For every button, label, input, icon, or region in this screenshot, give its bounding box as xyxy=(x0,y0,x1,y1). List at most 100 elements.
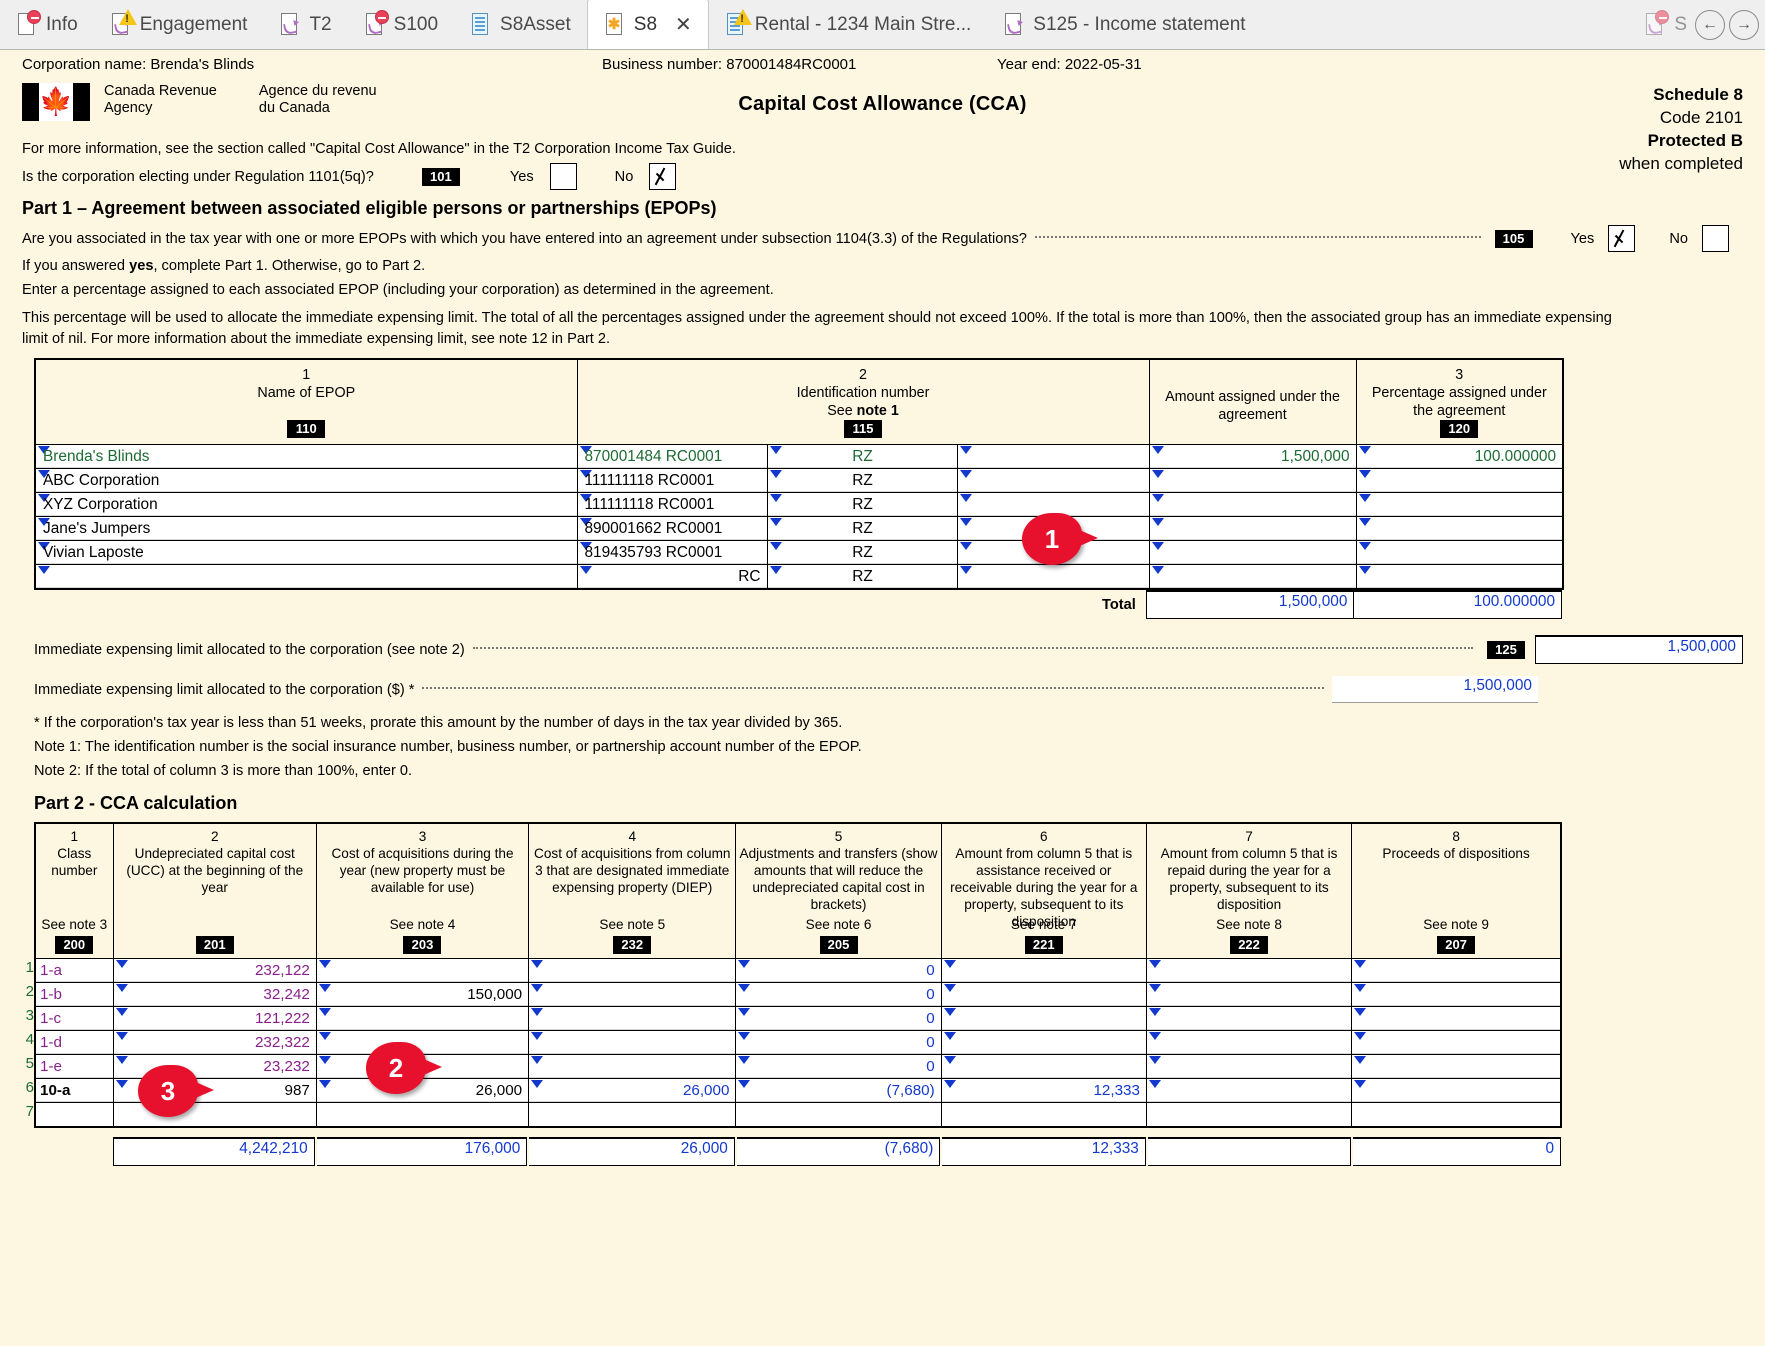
cell-epop-name[interactable]: XYZ Corporation xyxy=(34,492,578,517)
cell-proceeds[interactable] xyxy=(1351,1102,1562,1128)
cell-proceeds[interactable] xyxy=(1351,1078,1562,1103)
cell-cost-acquisitions[interactable] xyxy=(315,958,530,983)
table-row[interactable]: 5 1-e 23,232 0 xyxy=(26,1054,1562,1079)
cell-epop-name[interactable]: Brenda's Blinds xyxy=(34,444,578,469)
cell-epop-name[interactable]: Vivian Laposte xyxy=(34,540,578,565)
table-row[interactable]: 3 1-c 121,222 0 xyxy=(26,1006,1562,1031)
cell-repaid[interactable] xyxy=(1145,1054,1353,1079)
cell-epop-idnum[interactable]: 111111118 RC0001 xyxy=(576,468,768,493)
cell-epop-program[interactable]: RZ xyxy=(766,540,958,565)
cell-repaid[interactable] xyxy=(1145,1102,1353,1128)
cell-epop-program[interactable]: RZ xyxy=(766,564,958,590)
tab-s100[interactable]: S100 xyxy=(348,1,454,49)
cell-assistance[interactable]: 12,333 xyxy=(940,1078,1147,1103)
cell-epop-extra[interactable] xyxy=(956,444,1150,469)
table-row[interactable]: 7 xyxy=(26,1102,1562,1128)
cell-diep[interactable] xyxy=(528,982,737,1007)
cell-adjustments[interactable]: 0 xyxy=(735,1054,942,1079)
cell-epop-percent[interactable] xyxy=(1355,492,1564,517)
cell-epop-amount[interactable] xyxy=(1148,540,1357,565)
cell-class-number[interactable]: 5 1-e xyxy=(26,1054,114,1079)
cell-class-number[interactable]: 4 1-d xyxy=(26,1030,114,1055)
tab-scroll-right-icon[interactable]: → xyxy=(1729,10,1759,40)
cell-class-number[interactable]: 2 1-b xyxy=(26,982,114,1007)
cell-epop-extra[interactable] xyxy=(956,468,1150,493)
cell-adjustments[interactable]: 0 xyxy=(735,1030,942,1055)
cell-class-number[interactable]: 7 xyxy=(26,1102,114,1128)
cell-repaid[interactable] xyxy=(1145,1006,1353,1031)
cell-epop-program[interactable]: RZ xyxy=(766,492,958,517)
cell-epop-amount[interactable] xyxy=(1148,564,1357,590)
cell-diep[interactable] xyxy=(528,1030,737,1055)
cell-epop-name[interactable]: Jane's Jumpers xyxy=(34,516,578,541)
cell-epop-extra[interactable] xyxy=(956,564,1150,590)
tab-s8asset[interactable]: S8Asset xyxy=(454,1,587,49)
cell-proceeds[interactable] xyxy=(1351,958,1562,983)
document-tab-bar[interactable]: Info Engagement T2 S100 S8Asset ✱ S8 ✕ xyxy=(0,0,1765,50)
cell-epop-idnum[interactable]: 111111118 RC0001 xyxy=(576,492,768,517)
tab-scroll-left-icon[interactable]: ← xyxy=(1695,10,1725,40)
table-row[interactable]: 1 1-a 232,122 0 xyxy=(26,958,1562,983)
cell-proceeds[interactable] xyxy=(1351,982,1562,1007)
tab-t2[interactable]: T2 xyxy=(263,1,347,49)
cell-repaid[interactable] xyxy=(1145,1078,1353,1103)
cell-epop-idnum[interactable]: 819435793 RC0001 xyxy=(576,540,768,565)
tab-nav-buttons[interactable]: ← → xyxy=(1695,10,1759,40)
cell-epop-percent[interactable] xyxy=(1355,540,1564,565)
cell-repaid[interactable] xyxy=(1145,1030,1353,1055)
cell-epop-name[interactable] xyxy=(34,564,578,590)
cell-adjustments[interactable]: 0 xyxy=(735,1006,942,1031)
cell-adjustments[interactable]: 0 xyxy=(735,958,942,983)
cell-epop-amount[interactable] xyxy=(1148,468,1357,493)
cell-cost-acquisitions[interactable]: 150,000 xyxy=(315,982,530,1007)
limit-line-1-value-box[interactable]: 1,500,000 xyxy=(1535,635,1743,664)
cell-cost-acquisitions[interactable] xyxy=(315,1006,530,1031)
cell-assistance[interactable] xyxy=(940,1030,1147,1055)
checkbox-101-no[interactable] xyxy=(649,163,677,190)
cell-diep[interactable]: 26,000 xyxy=(528,1078,737,1103)
cell-assistance[interactable] xyxy=(940,1102,1147,1128)
table-row[interactable]: RC RZ xyxy=(34,564,1564,590)
tab-s8[interactable]: ✱ S8 ✕ xyxy=(586,0,709,49)
cell-adjustments[interactable]: (7,680) xyxy=(735,1078,942,1103)
cell-epop-program[interactable]: RZ xyxy=(766,468,958,493)
cell-proceeds[interactable] xyxy=(1351,1054,1562,1079)
cell-assistance[interactable] xyxy=(940,1054,1147,1079)
checkbox-105-yes[interactable] xyxy=(1608,225,1636,252)
table-row[interactable]: Jane's Jumpers 890001662 RC0001 RZ xyxy=(34,516,1564,541)
cell-epop-percent[interactable] xyxy=(1355,564,1564,590)
cell-epop-idnum[interactable]: RC xyxy=(576,564,768,590)
cell-ucc-beginning[interactable]: 232,322 xyxy=(112,1030,317,1055)
table-row[interactable]: Vivian Laposte 819435793 RC0001 RZ xyxy=(34,540,1564,565)
table-row[interactable]: Brenda's Blinds 870001484 RC0001 RZ 1,50… xyxy=(34,444,1564,469)
cell-proceeds[interactable] xyxy=(1351,1030,1562,1055)
cell-epop-idnum[interactable]: 890001662 RC0001 xyxy=(576,516,768,541)
checkbox-105-no[interactable] xyxy=(1702,225,1729,252)
checkbox-101-yes[interactable] xyxy=(549,163,577,190)
table-row[interactable]: ABC Corporation 111111118 RC0001 RZ xyxy=(34,468,1564,493)
cell-epop-percent[interactable] xyxy=(1355,516,1564,541)
table-row[interactable]: XYZ Corporation 111111118 RC0001 RZ xyxy=(34,492,1564,517)
cell-class-number[interactable]: 6 10-a xyxy=(26,1078,114,1103)
tab-s125[interactable]: S125 - Income statement xyxy=(987,1,1261,49)
cell-epop-amount[interactable] xyxy=(1148,492,1357,517)
cell-epop-name[interactable]: ABC Corporation xyxy=(34,468,578,493)
cell-epop-amount[interactable]: 1,500,000 xyxy=(1148,444,1357,469)
cell-assistance[interactable] xyxy=(940,982,1147,1007)
cell-diep[interactable] xyxy=(528,958,737,983)
cell-adjustments[interactable]: 0 xyxy=(735,982,942,1007)
close-icon[interactable]: ✕ xyxy=(675,12,692,37)
limit-line-2-value-box[interactable]: 1,500,000 xyxy=(1332,676,1538,703)
cell-epop-idnum[interactable]: 870001484 RC0001 xyxy=(576,444,768,469)
tab-engagement[interactable]: Engagement xyxy=(94,1,264,49)
cell-epop-percent[interactable] xyxy=(1355,468,1564,493)
tab-info[interactable]: Info xyxy=(0,1,94,49)
cell-adjustments[interactable] xyxy=(735,1102,942,1128)
tab-overflow[interactable]: S xyxy=(1628,1,1703,49)
table-row[interactable]: 4 1-d 232,322 0 xyxy=(26,1030,1562,1055)
cell-assistance[interactable] xyxy=(940,958,1147,983)
cell-class-number[interactable]: 1 1-a xyxy=(26,958,114,983)
cell-epop-program[interactable]: RZ xyxy=(766,516,958,541)
cell-assistance[interactable] xyxy=(940,1006,1147,1031)
cell-diep[interactable] xyxy=(528,1006,737,1031)
